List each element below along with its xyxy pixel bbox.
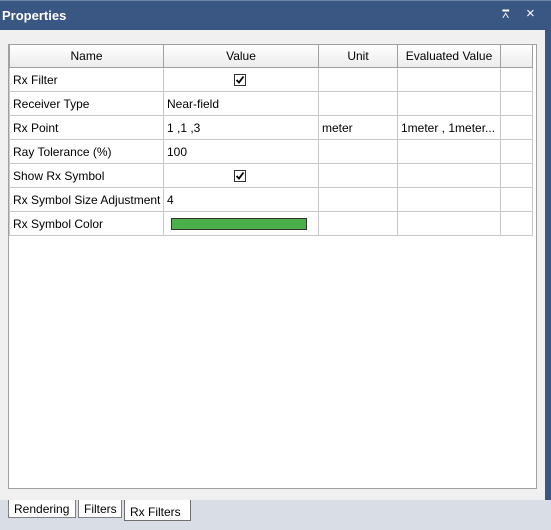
property-value[interactable] (163, 211, 319, 236)
window-title: Properties (2, 8, 67, 23)
show-rx-symbol-checkbox[interactable] (234, 170, 246, 182)
column-header-evaluated-value[interactable]: Evaluated Value (397, 45, 501, 68)
property-value[interactable] (163, 163, 319, 188)
property-evaluated-value (397, 67, 501, 92)
property-value[interactable]: Near-field (163, 91, 319, 116)
property-grid: Name Value Unit Evaluated Value Rx Filte… (8, 44, 537, 489)
column-header-unit[interactable]: Unit (318, 45, 398, 68)
tab-filters[interactable]: Filters (78, 500, 122, 518)
property-value[interactable]: 100 (163, 139, 319, 164)
property-evaluated-value (397, 91, 501, 116)
property-unit (318, 211, 398, 236)
property-unit (318, 187, 398, 212)
column-header-value[interactable]: Value (163, 45, 319, 68)
table-row[interactable]: Rx Symbol Color (9, 211, 533, 236)
column-header-spacer (500, 45, 533, 68)
property-value[interactable] (163, 67, 319, 92)
table-row[interactable]: Rx Point 1 ,1 ,3 meter 1meter , 1meter..… (9, 115, 533, 140)
close-icon[interactable]: × (526, 5, 535, 22)
property-value[interactable]: 1 ,1 ,3 (163, 115, 319, 140)
rx-filter-checkbox[interactable] (234, 74, 246, 86)
property-unit (318, 67, 398, 92)
property-spacer (500, 187, 533, 212)
property-unit (318, 91, 398, 116)
properties-title-bar: Properties ⩞ × (0, 0, 551, 30)
property-evaluated-value (397, 211, 501, 236)
property-evaluated-value (397, 139, 501, 164)
property-name: Ray Tolerance (%) (9, 139, 164, 164)
checkmark-icon (235, 75, 245, 84)
property-name: Show Rx Symbol (9, 163, 164, 188)
property-evaluated-value (397, 187, 501, 212)
property-evaluated-value: 1meter , 1meter... (397, 115, 501, 140)
table-row[interactable]: Show Rx Symbol (9, 163, 533, 188)
tab-strip: Rendering Filters Rx Filters (0, 500, 545, 530)
property-table: Name Value Unit Evaluated Value Rx Filte… (9, 45, 533, 236)
property-name: Rx Symbol Size Adjustment (9, 187, 164, 212)
table-row[interactable]: Rx Filter (9, 67, 533, 92)
property-unit (318, 139, 398, 164)
pin-icon[interactable]: ⩞ (502, 7, 509, 22)
property-spacer (500, 211, 533, 236)
property-evaluated-value (397, 163, 501, 188)
color-swatch[interactable] (171, 218, 307, 230)
property-name: Rx Point (9, 115, 164, 140)
table-row[interactable]: Ray Tolerance (%) 100 (9, 139, 533, 164)
property-spacer (500, 67, 533, 92)
property-value[interactable]: 4 (163, 187, 319, 212)
property-name: Rx Filter (9, 67, 164, 92)
checkmark-icon (235, 171, 245, 180)
tab-rx-filters[interactable]: Rx Filters (124, 500, 191, 521)
window-edge (545, 30, 551, 500)
table-row[interactable]: Receiver Type Near-field (9, 91, 533, 116)
header-row: Name Value Unit Evaluated Value (9, 45, 533, 68)
property-unit: meter (318, 115, 398, 140)
properties-panel: Name Value Unit Evaluated Value Rx Filte… (0, 30, 545, 521)
property-spacer (500, 163, 533, 188)
column-header-name[interactable]: Name (9, 45, 164, 68)
property-name: Rx Symbol Color (9, 211, 164, 236)
property-spacer (500, 115, 533, 140)
property-spacer (500, 91, 533, 116)
property-unit (318, 163, 398, 188)
property-spacer (500, 139, 533, 164)
tab-rendering[interactable]: Rendering (8, 500, 76, 518)
property-name: Receiver Type (9, 91, 164, 116)
table-row[interactable]: Rx Symbol Size Adjustment 4 (9, 187, 533, 212)
